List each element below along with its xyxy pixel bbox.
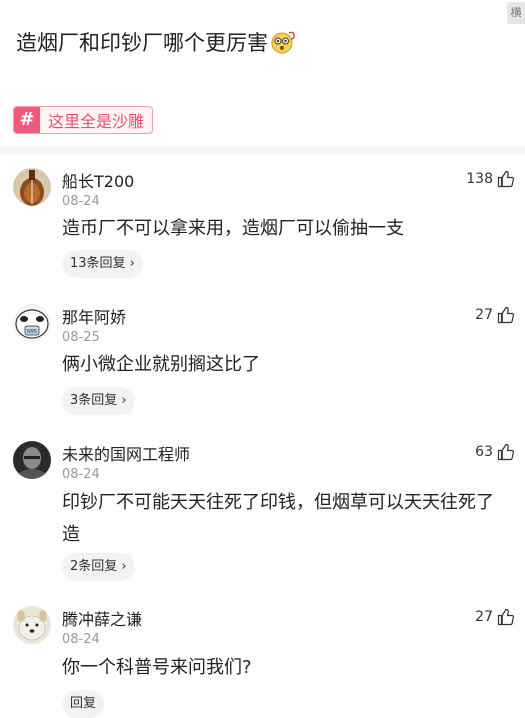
comment-text: 你一个科普号来问我们? bbox=[62, 657, 252, 678]
avatar[interactable] bbox=[13, 168, 51, 206]
topic-tag[interactable]: # 这里全是沙雕 bbox=[13, 106, 154, 134]
chevron-right-icon: › bbox=[117, 559, 127, 574]
commenter-name[interactable]: 未来的国网工程师 bbox=[62, 441, 190, 465]
post-title: 造烟厂和印钞厂哪个更厉害 bbox=[16, 28, 485, 58]
chevron-right-icon: › bbox=[117, 393, 127, 408]
view-replies-button[interactable]: 2条回复 › bbox=[62, 553, 135, 581]
comment-date: 08-24 bbox=[62, 467, 100, 482]
comment-item: 腾冲薛之谦 08-24 你一个科普号来问我们? 回复 27 bbox=[0, 604, 525, 718]
commenter-name[interactable]: 那年阿娇 bbox=[62, 304, 126, 328]
comment-item: N95 那年阿娇 08-25 俩小微企业就别搁这比了 3条回复 › 27 bbox=[0, 302, 525, 422]
like-count: 27 bbox=[475, 609, 493, 625]
reply-count: 2条回复 bbox=[70, 559, 118, 574]
reply-button[interactable]: 回复 bbox=[62, 690, 105, 718]
section-divider bbox=[0, 146, 525, 154]
commenter-name[interactable]: 船长T200 bbox=[62, 168, 134, 192]
like-button[interactable]: 138 bbox=[466, 170, 515, 188]
like-count: 63 bbox=[475, 444, 493, 460]
comment-text: 俩小微企业就别搁这比了 bbox=[62, 354, 260, 375]
commenter-name[interactable]: 腾冲薛之谦 bbox=[62, 606, 142, 630]
comment-date: 08-25 bbox=[62, 330, 100, 345]
like-button[interactable]: 27 bbox=[475, 608, 515, 626]
comment-text: 印钞厂不可能天天往死了印钱，但烟草可以天天往死了造 bbox=[62, 492, 494, 545]
comment-item: 船长T200 08-24 造币厂不可以拿来用，造烟厂可以偷抽一支 13条回复 ›… bbox=[0, 166, 525, 286]
dizzy-face-emoji-icon bbox=[271, 31, 295, 54]
like-button[interactable]: 63 bbox=[475, 443, 515, 461]
avatar[interactable]: N95 bbox=[13, 304, 51, 342]
thumbs-up-icon bbox=[497, 170, 514, 188]
like-button[interactable]: 27 bbox=[475, 306, 515, 324]
comment-text: 造币厂不可以拿来用，造烟厂可以偷抽一支 bbox=[62, 218, 404, 239]
comment-item: 未来的国网工程师 08-24 印钞厂不可能天天往死了印钱，但烟草可以天天往死了造… bbox=[0, 439, 525, 589]
avatar[interactable] bbox=[13, 441, 51, 479]
thumbs-up-icon bbox=[497, 306, 514, 324]
like-count: 138 bbox=[466, 171, 493, 187]
reply-count: 13条回复 bbox=[70, 256, 126, 271]
comment-date: 08-24 bbox=[62, 194, 100, 209]
view-replies-button[interactable]: 13条回复 › bbox=[62, 250, 143, 278]
view-replies-button[interactable]: 3条回复 › bbox=[62, 387, 135, 415]
thumbs-up-icon bbox=[497, 608, 514, 626]
reply-count: 3条回复 bbox=[70, 393, 118, 408]
hash-icon: # bbox=[14, 107, 40, 133]
avatar[interactable] bbox=[13, 606, 51, 644]
topic-label: 这里全是沙雕 bbox=[48, 112, 145, 131]
thumbs-up-icon bbox=[497, 443, 514, 461]
post-title-text: 造烟厂和印钞厂哪个更厉害 bbox=[16, 31, 268, 55]
comment-date: 08-24 bbox=[62, 632, 100, 647]
corner-label: 横 bbox=[507, 2, 525, 24]
svg-text:N95: N95 bbox=[27, 329, 37, 335]
like-count: 27 bbox=[475, 307, 493, 323]
chevron-right-icon: › bbox=[125, 256, 135, 271]
